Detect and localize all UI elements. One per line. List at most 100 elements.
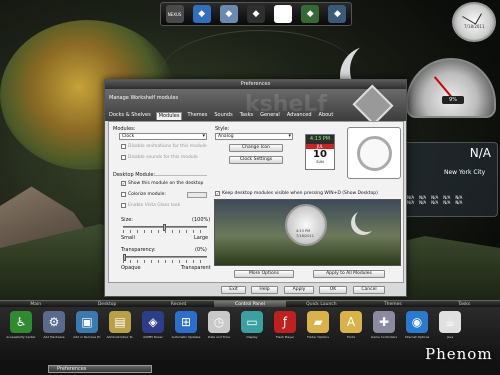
help-button[interactable]: Help (251, 286, 278, 294)
dock-item[interactable]: ▤ Administrative To. (105, 311, 135, 363)
dock-item-label: Java (446, 335, 454, 339)
dock-item[interactable]: ▣ Add or Remove Pr. (72, 311, 102, 363)
dock-item[interactable]: ◷ Date and Time (204, 311, 234, 363)
clock-settings-button[interactable]: Clock Settings (229, 156, 283, 164)
dock-item[interactable]: ⚙ Add Hardware (39, 311, 69, 363)
checkbox-box[interactable]: ✓ (121, 181, 126, 186)
forecast-day-temp: N/A (431, 200, 439, 205)
java-icon[interactable]: ☕ (439, 311, 461, 333)
weather-forecast: N/A N/A N/A N/A N/A N/A N/A N/A N/A N/A (407, 195, 462, 205)
windows-flag-icon[interactable]: ◆ (192, 5, 211, 23)
dock-item[interactable]: ▭ Display (237, 311, 267, 363)
globe-icon[interactable]: ◆ (328, 5, 347, 23)
tab-docks-shelves[interactable]: Docks & Shelves (107, 112, 153, 120)
internet-options-icon[interactable]: ◉ (406, 311, 428, 333)
group-divider (155, 175, 207, 176)
dock-item[interactable]: ▰ Folder Options (303, 311, 333, 363)
forecast-day-temp: N/A (455, 200, 463, 205)
dock-item-label: Game Controllers (370, 335, 398, 339)
game-controller-icon[interactable]: ✚ (373, 311, 395, 333)
cpu-meter-gadget[interactable]: 9% (406, 58, 496, 118)
transparency-label: Transparency: (121, 247, 156, 253)
ok-button[interactable]: OK (319, 286, 347, 294)
apply-all-modules-button[interactable]: Apply to All Modules (313, 270, 385, 278)
accessibility-icon[interactable]: ♿ (10, 311, 32, 333)
size-value: (100%) (192, 217, 211, 223)
checkbox-box[interactable] (121, 144, 126, 149)
disable-animations-checkbox[interactable]: Disable animations for this module (121, 144, 207, 149)
japan-flag-icon[interactable]: ◆ (274, 5, 293, 23)
folder-options-icon[interactable]: ▰ (307, 311, 329, 333)
tab-tasks[interactable]: Tasks (238, 112, 255, 120)
weather-condition: N/A (469, 146, 491, 160)
dock-item-label: Administrative To. (106, 335, 134, 339)
clock-gadget[interactable]: 7/18/2011 (452, 2, 496, 42)
media-player-icon[interactable]: ◆ (246, 5, 265, 23)
tab-strip: Docks & Shelves Modules Themes Sounds Tasks G… (105, 112, 335, 120)
checkbox-box[interactable]: ✓ (215, 191, 220, 196)
tab-advanced[interactable]: Advanced (285, 112, 314, 120)
nexus-logo-icon[interactable]: NEXUS (165, 5, 184, 23)
date-time-icon[interactable]: ◷ (208, 311, 230, 333)
dock-item[interactable]: ♿ Accessibility Center (6, 311, 36, 363)
modules-label: Modules: (113, 126, 136, 132)
more-options-button[interactable]: More Options (234, 270, 294, 278)
show-on-desktop-checkbox[interactable]: ✓ Show this module on the desktop (121, 181, 203, 186)
taskbar-window-preferences[interactable]: Preferences (48, 365, 152, 373)
meter-percent: 9% (442, 96, 464, 104)
checkbox-box[interactable] (121, 203, 126, 208)
forecast-day: N/A N/A (407, 195, 414, 205)
add-remove-programs-icon[interactable]: ▣ (76, 311, 98, 333)
dock-item[interactable]: A Fonts (336, 311, 366, 363)
dock-item-label: Internet Options (404, 335, 430, 339)
calendar-time: 4:13 PM (306, 135, 334, 144)
windows-update-icon[interactable]: ⊞ (175, 311, 197, 333)
aomei-icon[interactable]: ◈ (142, 311, 164, 333)
dock-item-label: Flash Player (275, 335, 295, 339)
tab-general[interactable]: General (258, 112, 282, 120)
calendar-day: 10 (313, 149, 327, 160)
keep-desktop-checkbox[interactable]: ✓ Keep desktop modules visible when press… (215, 191, 378, 196)
fonts-icon[interactable]: A (340, 311, 362, 333)
phenom-brand-text: Phenom (425, 345, 493, 363)
recycle-bin-icon[interactable]: ◆ (219, 5, 238, 23)
flash-player-icon[interactable]: ƒ (274, 311, 296, 333)
admin-tools-icon[interactable]: ▤ (109, 311, 131, 333)
transparency-slider[interactable] (123, 254, 207, 261)
apply-button[interactable]: Apply (284, 286, 314, 294)
colorize-swatch[interactable] (187, 192, 207, 198)
style-select[interactable]: Analog (215, 133, 293, 140)
tab-themes[interactable]: Themes (185, 112, 209, 120)
change-icon-button[interactable]: Change Icon (229, 144, 283, 152)
modules-panel: Modules: Clock Disable animations for th… (108, 121, 404, 283)
dock-item[interactable]: ✚ Game Controllers (369, 311, 399, 363)
clock-date: 7/18/2011 (464, 24, 485, 29)
disable-sounds-checkbox[interactable]: Disable sounds for this module (121, 155, 198, 160)
module-select[interactable]: Clock (119, 133, 207, 140)
tab-sounds[interactable]: Sounds (212, 112, 234, 120)
preview-clock-date: 7/18/2011 (296, 234, 314, 238)
desktop-preview: 4:13 PM 7/18/2011 (214, 199, 401, 266)
tab-about[interactable]: About (317, 112, 336, 120)
colorize-module-checkbox[interactable]: Colorize module: (121, 192, 166, 197)
display-icon[interactable]: ▭ (241, 311, 263, 333)
exit-button[interactable]: Exit (221, 286, 246, 294)
vista-glass-label: Enable Vista Glass look (128, 203, 181, 208)
tab-modules[interactable]: Modules (155, 112, 183, 120)
cancel-button[interactable]: Cancel (353, 286, 385, 294)
dock-item[interactable]: ◈ AOMEI Power (138, 311, 168, 363)
transparency-ticks (123, 260, 207, 263)
keep-desktop-label: Keep desktop modules visible when pressi… (222, 191, 378, 196)
size-slider[interactable] (123, 224, 207, 231)
add-hardware-icon[interactable]: ⚙ (43, 311, 65, 333)
checkbox-box[interactable] (121, 192, 126, 197)
weather-gadget[interactable]: N/A New York City N/A N/A N/A N/A N/A N/A N/A N… (403, 142, 498, 217)
dock-item[interactable]: ⊞ Automatic Updates (171, 311, 201, 363)
vista-glass-checkbox[interactable]: Enable Vista Glass look (121, 203, 180, 208)
dock-item[interactable]: ƒ Flash Player (270, 311, 300, 363)
transparent-label: Transparent (181, 265, 211, 271)
checkbox-box[interactable] (121, 155, 126, 160)
taskbar: Preferences (0, 363, 500, 375)
preview-clock-time: 4:13 PM (296, 229, 311, 233)
image-viewer-icon[interactable]: ◆ (301, 5, 320, 23)
